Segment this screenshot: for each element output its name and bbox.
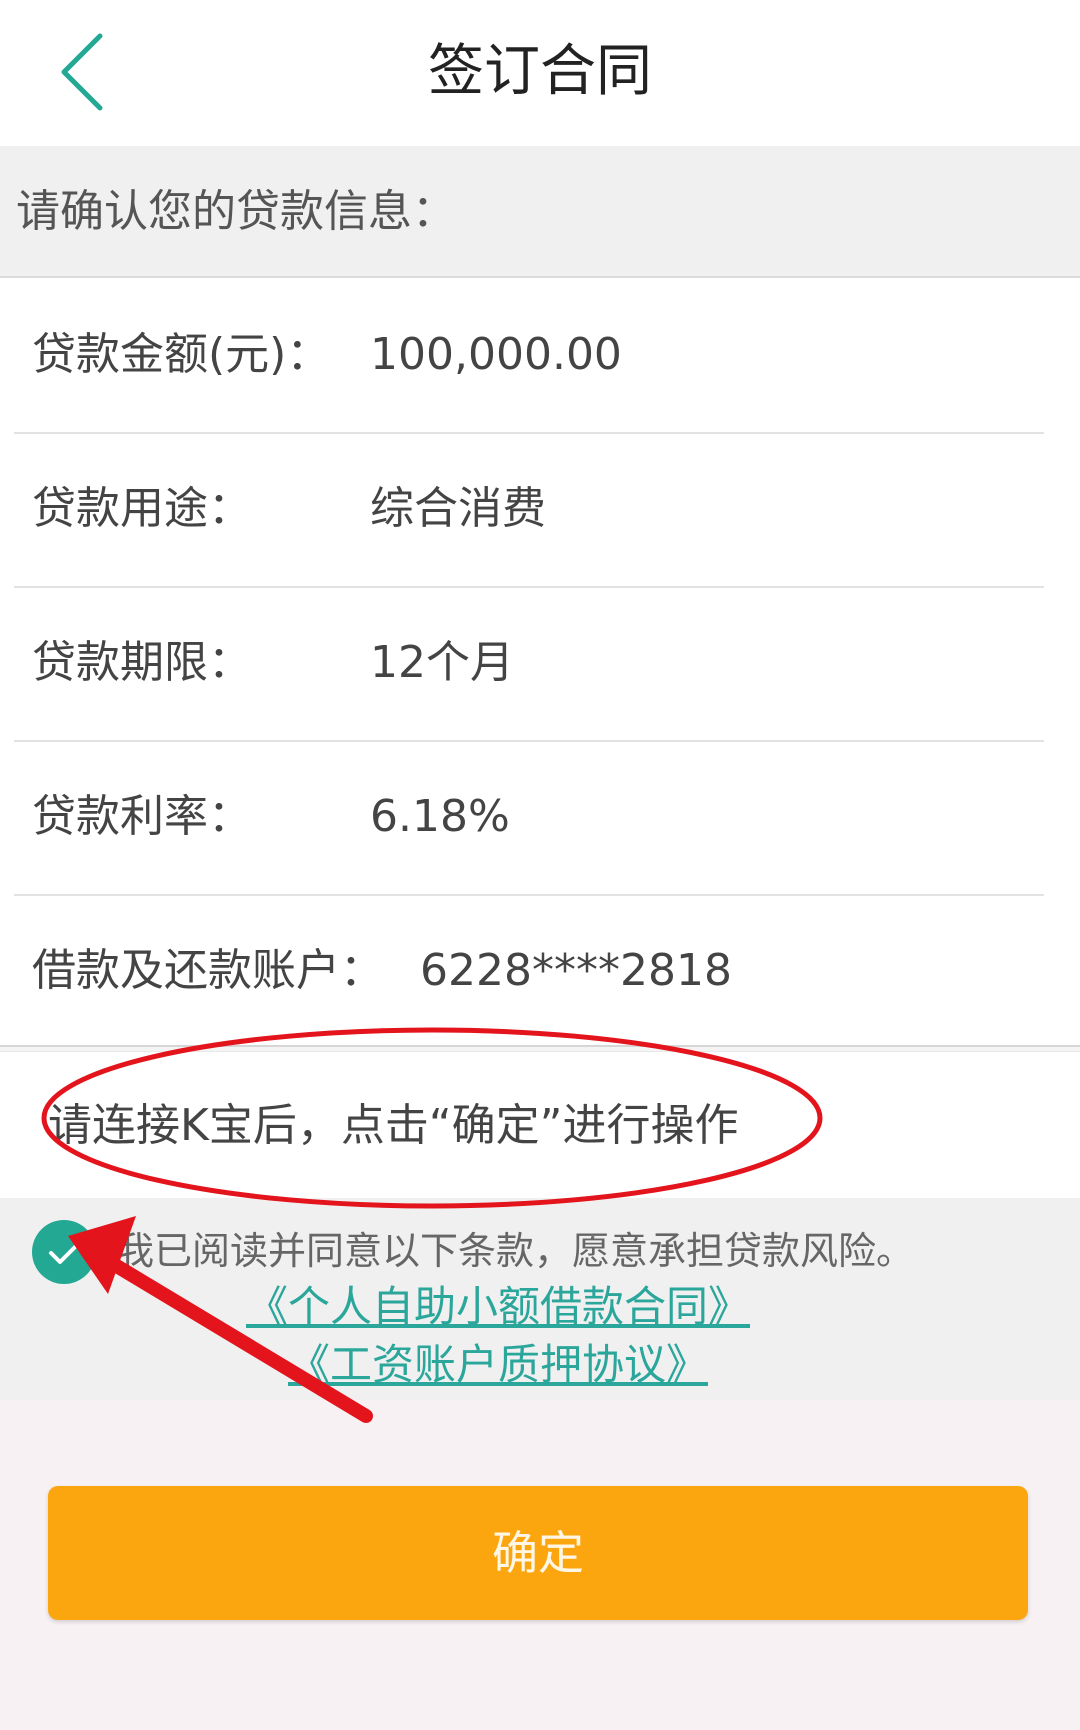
kbao-instruction-text: 请连接K宝后，点击“确定”进行操作 [48, 1100, 739, 1151]
agree-checkbox[interactable] [32, 1220, 96, 1284]
loan-contract-link[interactable]: 《个人自助小额借款合同》 [246, 1280, 750, 1334]
loan-purpose-value: 综合消费 [370, 483, 546, 534]
checkmark-icon [49, 1242, 80, 1264]
loan-info-list: 贷款金额(元)： 100,000.00 贷款用途： 综合消费 贷款期限： 12个… [0, 278, 1080, 1050]
section-header: 请确认您的贷款信息： [0, 146, 1080, 278]
section-header-label: 请确认您的贷款信息： [16, 186, 456, 237]
page-title: 签订合同 [428, 39, 652, 104]
loan-term-label: 贷款期限： [32, 637, 252, 688]
kbao-instruction-section: 请连接K宝后，点击“确定”进行操作 [0, 1052, 1080, 1198]
loan-term-value: 12个月 [370, 637, 514, 688]
agreement-text: 我已阅读并同意以下条款，愿意承担贷款风险。 [116, 1229, 915, 1273]
loan-rate-row: 贷款利率： 6.18% [14, 740, 1044, 896]
loan-rate-value: 6.18% [370, 791, 510, 842]
repayment-account-row: 借款及还款账户： 6228****2818 [14, 894, 1044, 1048]
loan-purpose-label: 贷款用途： [32, 483, 252, 534]
loan-amount-row: 贷款金额(元)： 100,000.00 [14, 278, 1044, 434]
loan-term-row: 贷款期限： 12个月 [14, 586, 1044, 742]
repayment-account-label: 借款及还款账户： [32, 945, 384, 996]
loan-purpose-row: 贷款用途： 综合消费 [14, 432, 1044, 588]
confirm-button[interactable]: 确定 [48, 1486, 1028, 1620]
loan-amount-value: 100,000.00 [370, 329, 622, 380]
loan-rate-label: 贷款利率： [32, 791, 252, 842]
header: 签订合同 [0, 0, 1080, 146]
pledge-agreement-link[interactable]: 《工资账户质押协议》 [288, 1338, 708, 1392]
agreement-section: 我已阅读并同意以下条款，愿意承担贷款风险。 《个人自助小额借款合同》 《工资账户… [0, 1198, 1080, 1400]
repayment-account-value: 6228****2818 [420, 945, 732, 996]
loan-amount-label: 贷款金额(元)： [32, 329, 331, 380]
